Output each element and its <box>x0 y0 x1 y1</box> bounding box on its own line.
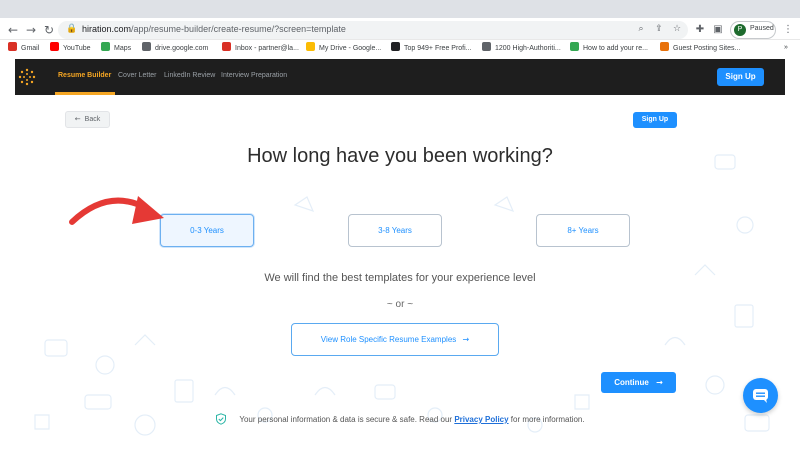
bookmark-item[interactable]: 1200 High-Authoriti... <box>482 42 561 54</box>
shield-check-icon <box>216 413 227 425</box>
nav-interview-preparation[interactable]: Interview Preparation <box>221 72 287 79</box>
experience-selection-screen: ← Back Sign Up How long have you been wor… <box>15 95 785 449</box>
profile-status: Paused <box>750 25 774 32</box>
right-arrow-icon: → <box>656 378 663 387</box>
gmail-icon <box>8 42 17 51</box>
nav-resume-builder[interactable]: Resume Builder <box>58 72 111 79</box>
chevron-icon <box>660 42 669 51</box>
continue-button[interactable]: Continue → <box>601 372 676 393</box>
experience-hint: We will find the best templates for your… <box>264 272 536 284</box>
privacy-text-after: for more information. <box>508 415 585 424</box>
avatar: P <box>734 24 746 36</box>
privacy-notice: Your personal information & data is secu… <box>15 413 785 425</box>
bookmark-label: drive.google.com <box>155 45 209 52</box>
youtube-icon <box>50 42 59 51</box>
share-icon[interactable]: ⇪ <box>654 24 664 34</box>
address-bar[interactable]: 🔒 hiration.com/app/resume-builder/create… <box>58 21 688 39</box>
bookmark-label: Guest Posting Sites... <box>673 45 741 52</box>
chat-widget-button[interactable] <box>743 378 778 413</box>
left-arrow-icon: ← <box>74 115 81 123</box>
bookmark-label: Maps <box>114 45 132 52</box>
bookmark-label: Top 949+ Free Profi... <box>404 45 472 52</box>
navbar-signup-button[interactable]: Sign Up <box>717 68 764 86</box>
continue-label: Continue <box>614 378 649 387</box>
bookmark-label: Gmail <box>21 45 40 52</box>
back-arrow-icon[interactable]: ← <box>6 23 20 37</box>
more-bookmarks-button[interactable]: » <box>784 42 788 54</box>
app-navbar: Resume Builder Cover Letter LinkedIn Rev… <box>15 59 785 95</box>
page-scrollbar-area[interactable] <box>785 59 800 449</box>
gmail-icon <box>222 42 231 51</box>
page-title: How long have you been working? <box>247 145 553 167</box>
globe-icon <box>142 42 151 51</box>
bookmark-icon <box>391 42 400 51</box>
extensions-puzzle-icon[interactable]: ✚ <box>694 24 706 36</box>
bookmark-item[interactable]: Inbox - partner@la... <box>222 42 299 54</box>
bookmark-label: How to add your re... <box>583 45 648 52</box>
hiration-logo-icon[interactable] <box>17 67 37 87</box>
option-8-plus-years[interactable]: 8+ Years <box>536 214 630 247</box>
side-panel-icon[interactable]: ▣ <box>712 24 724 36</box>
bookmark-item[interactable]: Guest Posting Sites... <box>660 42 740 54</box>
kebab-menu-icon[interactable]: ⋮ <box>782 24 794 36</box>
annotation-arrow-icon <box>69 196 164 225</box>
drive-icon <box>306 42 315 51</box>
forward-arrow-icon[interactable]: → <box>24 23 38 37</box>
privacy-policy-link[interactable]: Privacy Policy <box>454 415 508 424</box>
reload-icon[interactable]: ↻ <box>42 23 56 37</box>
nav-cover-letter[interactable]: Cover Letter <box>118 72 157 79</box>
role-button-label: View Role Specific Resume Examples <box>320 335 457 344</box>
nav-linkedin-review[interactable]: LinkedIn Review <box>164 72 215 79</box>
star-icon[interactable]: ☆ <box>672 24 682 34</box>
option-0-3-years[interactable]: 0-3 Years <box>160 214 254 247</box>
view-role-examples-button[interactable]: View Role Specific Resume Examples → <box>291 323 499 356</box>
bookmark-label: Inbox - partner@la... <box>235 45 299 52</box>
globe-icon <box>482 42 491 51</box>
bookmarks-bar: Gmail YouTube Maps drive.google.com Inbox - … <box>0 40 800 56</box>
or-separator: ~ or ~ <box>386 299 414 310</box>
zoom-search-icon[interactable]: ⌕ <box>636 24 646 34</box>
chat-bubble-icon <box>753 389 768 403</box>
bookmark-item[interactable]: YouTube <box>50 42 91 54</box>
bookmark-item[interactable]: Top 949+ Free Profi... <box>391 42 472 54</box>
bookmark-label: My Drive - Google... <box>319 45 382 52</box>
bookmark-item[interactable]: drive.google.com <box>142 42 208 54</box>
privacy-text-before: Your personal information & data is secu… <box>239 415 455 424</box>
bookmark-item[interactable]: Gmail <box>8 42 39 54</box>
option-3-8-years[interactable]: 3-8 Years <box>348 214 442 247</box>
bookmark-item[interactable]: My Drive - Google... <box>306 42 381 54</box>
lock-icon: 🔒 <box>66 24 78 34</box>
maps-icon <box>101 42 110 51</box>
bookmark-item[interactable]: How to add your re... <box>570 42 648 54</box>
back-button[interactable]: ← Back <box>65 111 110 128</box>
back-label: Back <box>84 116 101 123</box>
url-text[interactable]: hiration.com/app/resume-builder/create-r… <box>82 24 346 34</box>
bookmark-label: YouTube <box>63 45 91 52</box>
bookmark-label: 1200 High-Authoriti... <box>495 45 561 52</box>
browser-toolbar: ← → ↻ 🔒 hiration.com/app/resume-builder/… <box>0 0 800 40</box>
tab-strip <box>0 0 800 18</box>
profile-button[interactable]: P Paused <box>730 21 776 39</box>
bookmark-item[interactable]: Maps <box>101 42 131 54</box>
right-arrow-icon: → <box>462 335 470 344</box>
signup-button[interactable]: Sign Up <box>633 112 677 128</box>
bolt-icon <box>570 42 579 51</box>
